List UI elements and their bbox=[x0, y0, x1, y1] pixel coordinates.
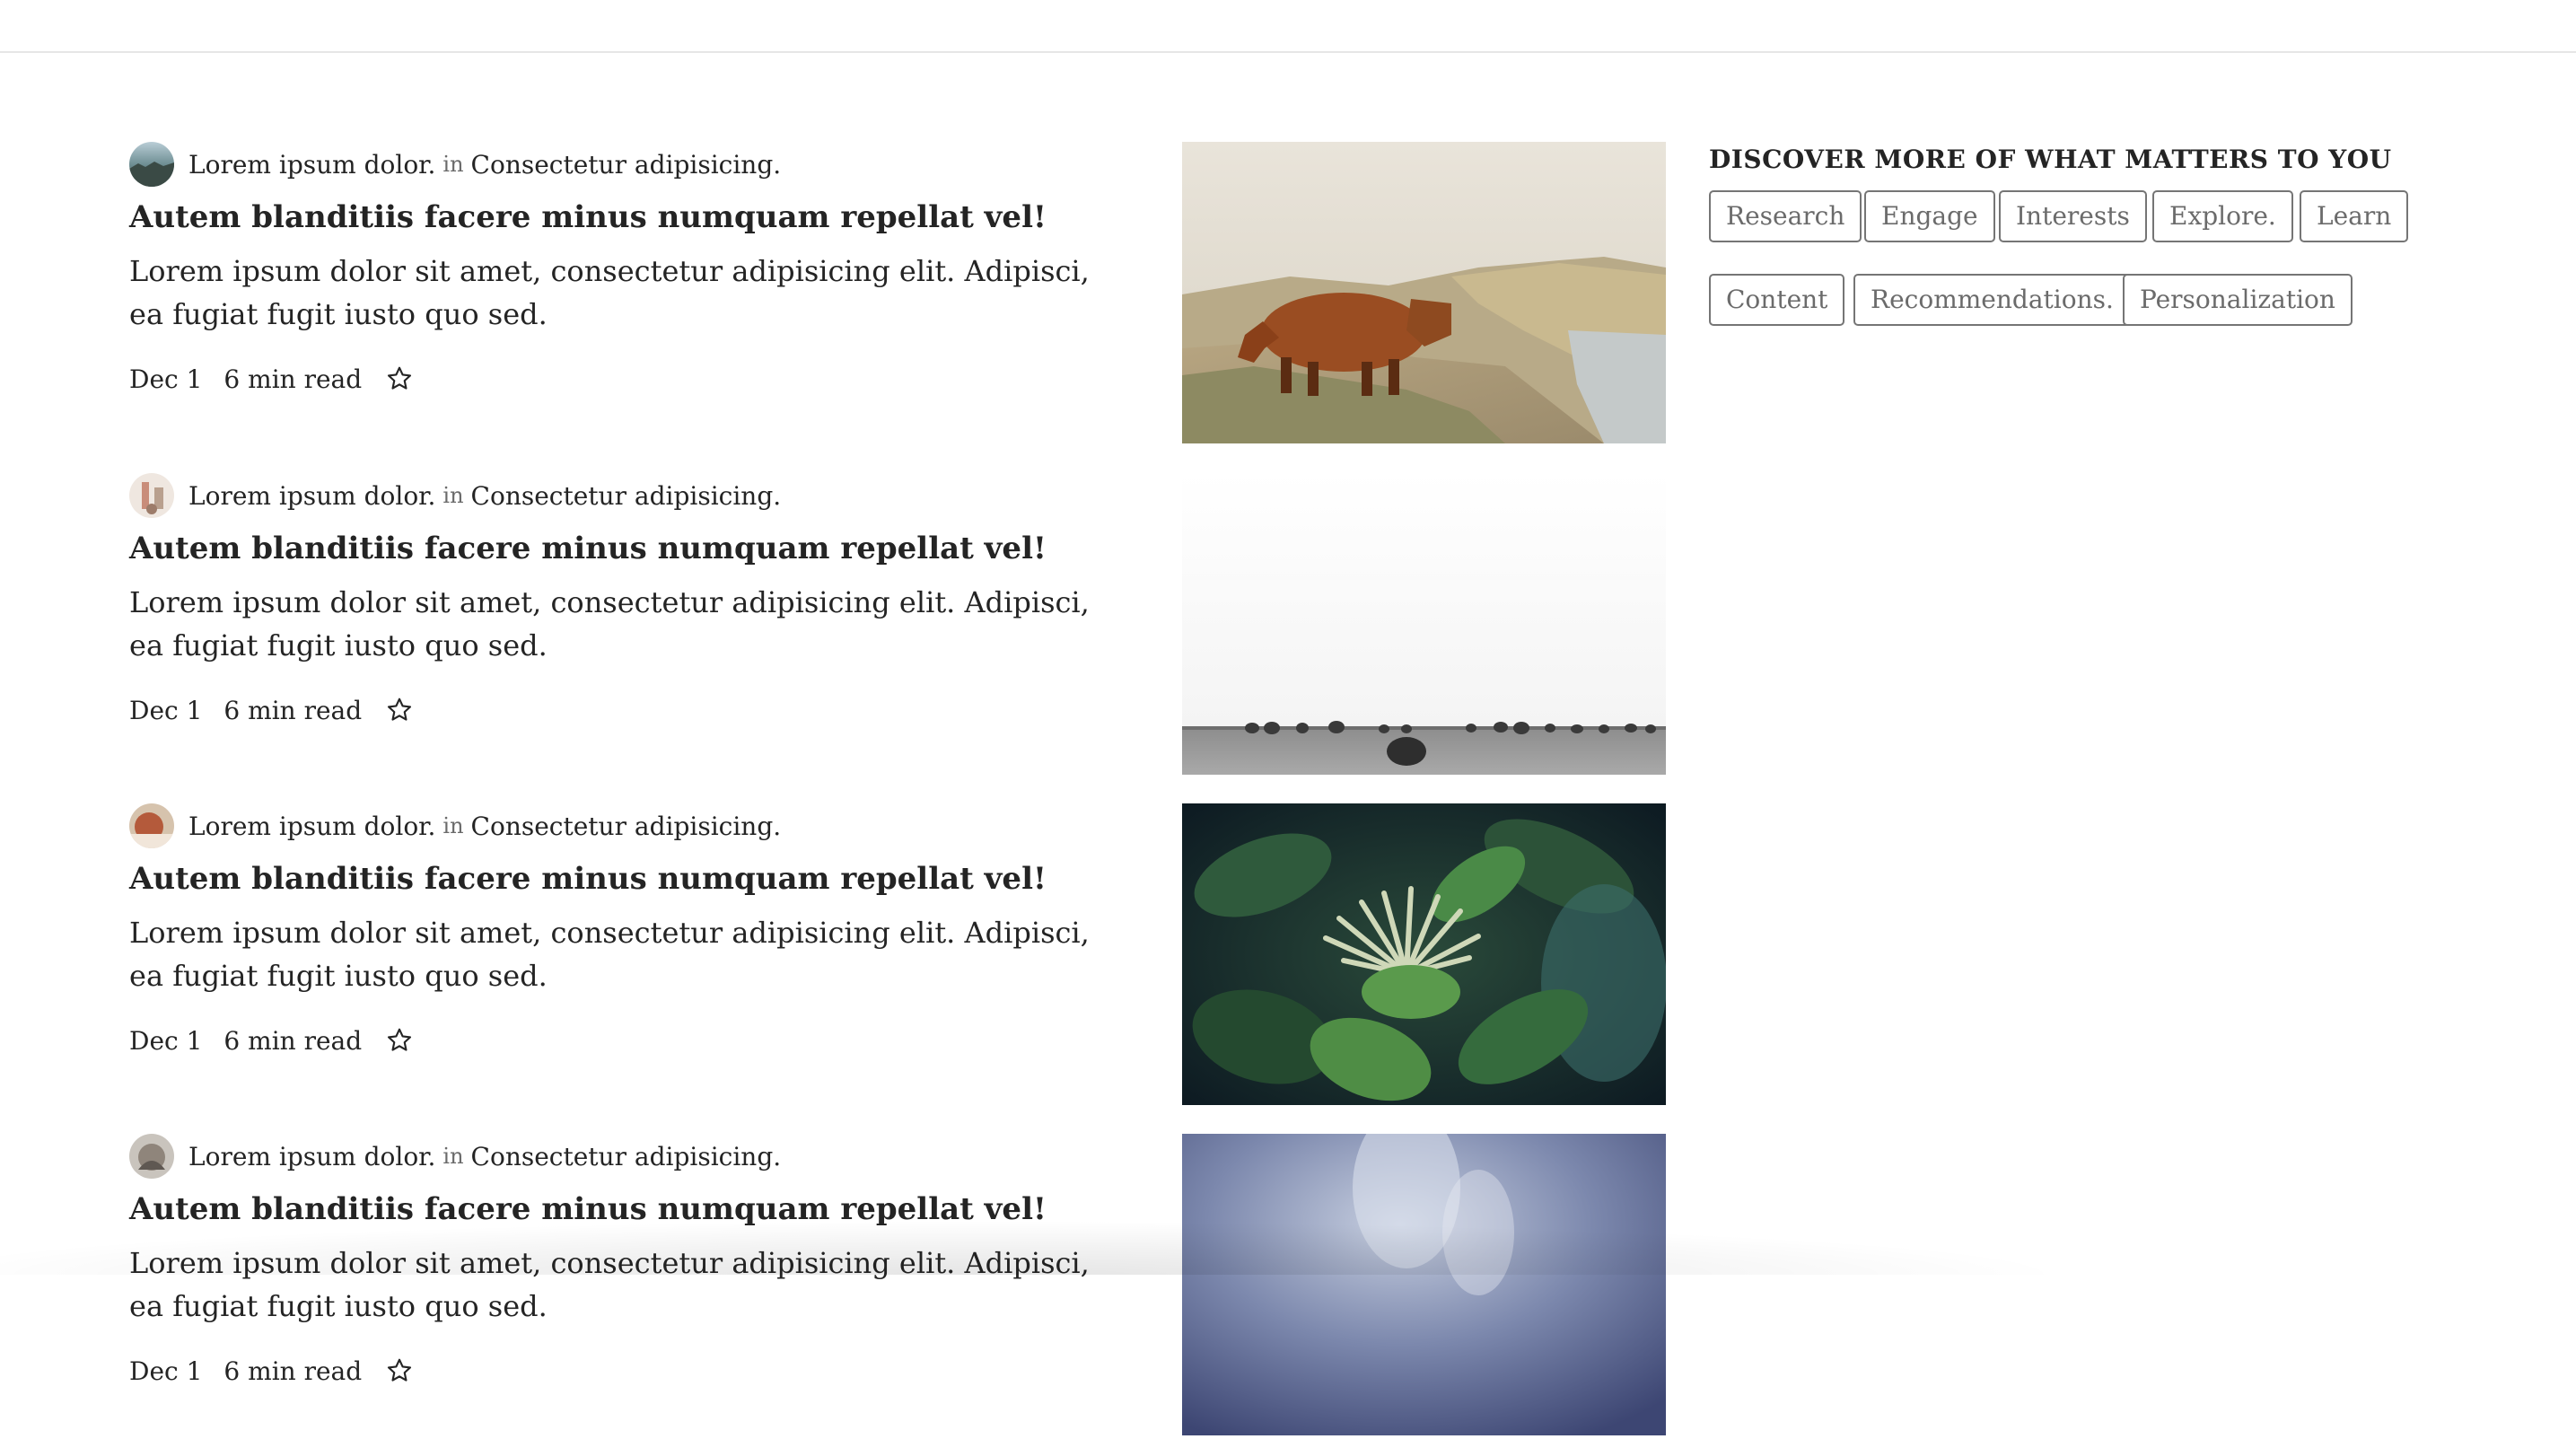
cloudy-sky-photo[interactable] bbox=[1182, 1134, 1666, 1435]
author-name[interactable]: Lorem ipsum dolor. bbox=[188, 150, 435, 180]
post-author-row: Lorem ipsum dolor. in Consectetur adipis… bbox=[129, 803, 781, 848]
author-avatar[interactable] bbox=[129, 473, 174, 518]
read-time: 6 min read bbox=[223, 1026, 362, 1056]
post-date: Dec 1 bbox=[129, 364, 202, 394]
topic-tag[interactable]: Explore. bbox=[2152, 190, 2293, 242]
green-plant-photo[interactable] bbox=[1182, 803, 1666, 1105]
post-title[interactable]: Autem blanditiis facere minus numquam re… bbox=[129, 531, 1090, 566]
publication-name[interactable]: Consectetur adipisicing. bbox=[471, 1142, 782, 1171]
author-name[interactable]: Lorem ipsum dolor. bbox=[188, 812, 435, 841]
post-card[interactable]: Lorem ipsum dolor. in Consectetur adipis… bbox=[0, 473, 1678, 778]
star-icon[interactable] bbox=[383, 694, 416, 726]
author-avatar[interactable] bbox=[129, 142, 174, 187]
topic-tag[interactable]: Research bbox=[1709, 190, 1862, 242]
topic-tag[interactable]: Content bbox=[1709, 274, 1844, 326]
discover-sidebar: DISCOVER MORE OF WHAT MATTERS TO YOU Res… bbox=[1709, 142, 2517, 178]
read-time: 6 min read bbox=[223, 696, 362, 725]
post-card[interactable]: Lorem ipsum dolor. in Consectetur adipis… bbox=[0, 142, 1678, 447]
star-icon[interactable] bbox=[383, 1355, 416, 1387]
topic-tag[interactable]: Engage bbox=[1864, 190, 1995, 242]
post-meta: Dec 1 6 min read bbox=[129, 1353, 416, 1389]
sidebar-title: DISCOVER MORE OF WHAT MATTERS TO YOU bbox=[1709, 142, 2517, 178]
post-title[interactable]: Autem blanditiis facere minus numquam re… bbox=[129, 1191, 1090, 1227]
post-author-row: Lorem ipsum dolor. in Consectetur adipis… bbox=[129, 142, 781, 187]
topic-tag[interactable]: Interests bbox=[1999, 190, 2147, 242]
post-card[interactable]: Lorem ipsum dolor. in Consectetur adipis… bbox=[0, 803, 1678, 1109]
star-icon[interactable] bbox=[383, 1024, 416, 1057]
author-avatar[interactable] bbox=[129, 803, 174, 848]
author-name[interactable]: Lorem ipsum dolor. bbox=[188, 481, 435, 511]
highland-cow-photo[interactable] bbox=[1182, 142, 1666, 443]
post-meta: Dec 1 6 min read bbox=[129, 361, 416, 397]
post-author-row: Lorem ipsum dolor. in Consectetur adipis… bbox=[129, 473, 781, 518]
in-label: in bbox=[442, 1144, 463, 1169]
read-time: 6 min read bbox=[223, 1356, 362, 1386]
hay-bales-field-photo[interactable] bbox=[1182, 473, 1666, 775]
post-date: Dec 1 bbox=[129, 696, 202, 725]
post-date: Dec 1 bbox=[129, 1356, 202, 1386]
post-date: Dec 1 bbox=[129, 1026, 202, 1056]
post-excerpt[interactable]: Lorem ipsum dolor sit amet, consectetur … bbox=[129, 911, 1108, 997]
read-time: 6 min read bbox=[223, 364, 362, 394]
post-excerpt[interactable]: Lorem ipsum dolor sit amet, consectetur … bbox=[129, 1242, 1108, 1328]
publication-name[interactable]: Consectetur adipisicing. bbox=[471, 150, 782, 180]
post-author-row: Lorem ipsum dolor. in Consectetur adipis… bbox=[129, 1134, 781, 1179]
post-meta: Dec 1 6 min read bbox=[129, 1022, 416, 1058]
in-label: in bbox=[442, 813, 463, 838]
post-feed: Lorem ipsum dolor. in Consectetur adipis… bbox=[0, 0, 1678, 1275]
post-meta: Dec 1 6 min read bbox=[129, 692, 416, 728]
author-name[interactable]: Lorem ipsum dolor. bbox=[188, 1142, 435, 1171]
post-title[interactable]: Autem blanditiis facere minus numquam re… bbox=[129, 199, 1090, 235]
publication-name[interactable]: Consectetur adipisicing. bbox=[471, 812, 782, 841]
topic-tag[interactable]: Learn bbox=[2300, 190, 2408, 242]
post-title[interactable]: Autem blanditiis facere minus numquam re… bbox=[129, 861, 1090, 897]
topic-tag[interactable]: Recommendations. bbox=[1853, 274, 2131, 326]
topic-tag[interactable]: Personalization bbox=[2123, 274, 2353, 326]
in-label: in bbox=[442, 152, 463, 177]
publication-name[interactable]: Consectetur adipisicing. bbox=[471, 481, 782, 511]
in-label: in bbox=[442, 483, 463, 508]
post-card[interactable]: Lorem ipsum dolor. in Consectetur adipis… bbox=[0, 1134, 1678, 1439]
author-avatar[interactable] bbox=[129, 1134, 174, 1179]
post-excerpt[interactable]: Lorem ipsum dolor sit amet, consectetur … bbox=[129, 250, 1108, 336]
post-excerpt[interactable]: Lorem ipsum dolor sit amet, consectetur … bbox=[129, 581, 1108, 667]
star-icon[interactable] bbox=[383, 363, 416, 395]
